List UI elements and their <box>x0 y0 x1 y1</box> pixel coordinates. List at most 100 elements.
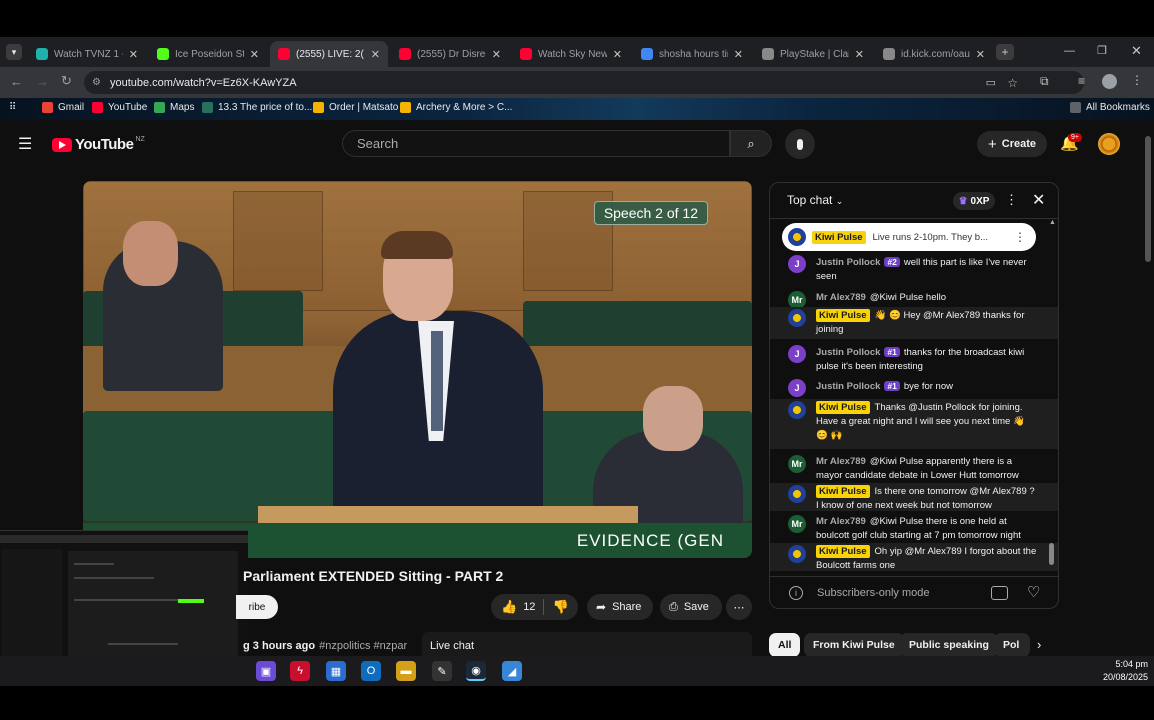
chat-message[interactable]: Kiwi Pulse Oh yip @Mr Alex789 I forgot ab… <box>770 543 1058 571</box>
apps-grid-icon[interactable]: ⠿ <box>9 102 16 113</box>
filter-chip[interactable]: Public speaking <box>900 633 998 657</box>
dislike-button[interactable]: 👎 <box>552 599 568 615</box>
filter-chip[interactable]: Pol <box>994 633 1030 657</box>
file-explorer-icon[interactable]: ▬ <box>396 661 416 681</box>
profile-avatar[interactable] <box>1102 74 1117 89</box>
chat-avatar[interactable] <box>788 545 806 563</box>
tab-close-icon[interactable]: ✕ <box>976 48 985 61</box>
chat-author[interactable]: Kiwi Pulse <box>816 485 870 498</box>
search-input[interactable]: Search <box>342 130 730 157</box>
voice-search-button[interactable] <box>785 129 815 159</box>
browser-tab[interactable]: Watch TVNZ 1 - F ✕ <box>28 41 146 67</box>
url-field[interactable]: ⚙ youtube.com/watch?v=Ez6X-KAwYZA ▭ ☆ <box>84 71 1084 94</box>
cast-icon[interactable]: ▭ <box>986 76 996 89</box>
chat-message[interactable]: Mr Mr Alex789 @Kiwi Pulse there is one hel… <box>770 513 1058 541</box>
all-bookmarks-button[interactable]: All Bookmarks <box>1070 102 1150 113</box>
browser-tab[interactable]: Ice Poseidon Strea ✕ <box>149 41 267 67</box>
chat-message[interactable]: Kiwi Pulse 👋 😊 Hey @Mr Alex789 thanks for… <box>770 307 1058 339</box>
browser-tab[interactable]: shosha hours tim ✕ <box>633 41 751 67</box>
browser-tab[interactable]: PlayStake | Claim ✕ <box>754 41 872 67</box>
hamburger-menu-icon[interactable]: ☰ <box>18 134 32 154</box>
search-button[interactable]: ⌕ <box>730 130 772 157</box>
chat-avatar[interactable]: Mr <box>788 515 806 533</box>
chat-author[interactable]: Kiwi Pulse <box>816 401 870 414</box>
page-scroll-thumb[interactable] <box>1145 136 1151 262</box>
browser-tab[interactable]: Watch Sky News ✕ <box>512 41 630 67</box>
browser-tab[interactable]: (2555) Dr Disres ✕ <box>391 41 509 67</box>
chat-options-icon[interactable]: ⋮ <box>1005 192 1018 208</box>
tab-close-icon[interactable]: ✕ <box>734 48 743 61</box>
bookmark-star-icon[interactable]: ☆ <box>1007 76 1018 90</box>
back-button[interactable]: ← <box>10 74 23 89</box>
video-hashtags[interactable]: #nzpolitics #nzpar <box>319 640 407 652</box>
maximize-button[interactable]: ❐ <box>1097 44 1107 57</box>
tab-close-icon[interactable]: ✕ <box>129 48 138 61</box>
browser-menu-icon[interactable]: ⋮ <box>1131 73 1143 87</box>
heart-icon[interactable]: ♡ <box>1027 583 1040 601</box>
app-icon-chart[interactable]: ◢ <box>502 661 522 681</box>
chat-message[interactable]: J Justin Pollock #1 bye for now <box>770 377 1058 397</box>
tab-close-icon[interactable]: ✕ <box>371 48 380 61</box>
chat-message[interactable]: Kiwi Pulse Thanks @Justin Pollock for joi… <box>770 399 1058 449</box>
tab-close-icon[interactable]: ✕ <box>492 48 501 61</box>
more-actions-button[interactable]: ⋯ <box>726 594 752 620</box>
chat-message[interactable]: Mr Mr Alex789 @Kiwi Pulse hello <box>770 289 1058 309</box>
app-icon-purple[interactable]: ▣ <box>256 661 276 681</box>
chat-author[interactable]: Mr Alex789 <box>816 292 866 303</box>
chat-message[interactable]: Kiwi Pulse Is there one tomorrow @Mr Alex… <box>770 483 1058 511</box>
chat-author[interactable]: Mr Alex789 <box>816 456 866 467</box>
app-icon-feather[interactable]: ✎ <box>432 661 452 681</box>
site-info-icon[interactable]: ⚙ <box>92 77 101 88</box>
tab-search-button[interactable]: ▾ <box>6 44 22 60</box>
pinned-message[interactable]: Kiwi Pulse Live runs 2-10pm. They b... ⋮ <box>782 223 1036 251</box>
youtube-logo[interactable]: YouTube NZ <box>52 136 145 153</box>
chat-message[interactable]: J Justin Pollock #2 well this part is like … <box>770 253 1058 287</box>
tab-close-icon[interactable]: ✕ <box>613 48 622 61</box>
subscribe-button[interactable]: ribe <box>236 595 278 619</box>
chat-avatar[interactable]: Mr <box>788 455 806 473</box>
info-icon[interactable]: i <box>789 586 803 600</box>
chat-scrollbar[interactable]: ▲ <box>1049 219 1056 571</box>
chat-avatar[interactable]: J <box>788 379 806 397</box>
chat-author[interactable]: Justin Pollock <box>816 347 880 358</box>
outlook-icon[interactable]: O <box>361 661 381 681</box>
browser-tab[interactable]: (2555) LIVE: 2(✕ <box>270 41 388 67</box>
close-window-button[interactable]: ✕ <box>1131 43 1142 59</box>
chips-next-icon[interactable]: › <box>1037 637 1041 652</box>
chat-avatar[interactable] <box>788 401 806 419</box>
new-tab-button[interactable]: + <box>996 44 1014 60</box>
create-button[interactable]: + Create <box>977 131 1047 157</box>
bookmark-item[interactable]: Maps <box>154 102 194 113</box>
chat-message[interactable]: J Justin Pollock #1 thanks for the broadcas… <box>770 343 1058 375</box>
minimize-button[interactable]: — <box>1064 45 1075 57</box>
system-clock[interactable]: 5:04 pm 20/08/2025 <box>1103 658 1148 684</box>
app-icon-bolt[interactable]: ϟ <box>290 661 310 681</box>
chat-author[interactable]: Justin Pollock <box>816 381 880 392</box>
video-player[interactable]: Speech 2 of 12 EVIDENCE (GEN <box>83 181 752 558</box>
store-icon[interactable]: ▦ <box>326 661 346 681</box>
bookmark-item[interactable]: YouTube <box>92 102 147 113</box>
browser-tab[interactable]: id.kick.com/oauth ✕ <box>875 41 993 67</box>
like-button[interactable]: 👍 12 <box>501 599 535 615</box>
chat-avatar[interactable]: J <box>788 255 806 273</box>
pinned-menu-icon[interactable]: ⋮ <box>1014 230 1026 244</box>
account-avatar[interactable] <box>1098 133 1120 155</box>
bookmark-item[interactable]: Order | Matsato <box>313 102 398 113</box>
bookmark-item[interactable]: Archery & More > C... <box>400 102 512 113</box>
chat-avatar[interactable]: J <box>788 345 806 363</box>
chat-avatar[interactable] <box>788 309 806 327</box>
reload-button[interactable]: ↻ <box>61 73 72 89</box>
chat-author[interactable]: Justin Pollock <box>816 257 880 268</box>
tab-close-icon[interactable]: ✕ <box>855 48 864 61</box>
save-button[interactable]: ⎙ Save <box>660 594 722 620</box>
chat-avatar[interactable] <box>788 485 806 503</box>
bookmark-item[interactable]: 13.3 The price of to... <box>202 102 312 113</box>
chat-author[interactable]: Kiwi Pulse <box>816 309 870 322</box>
xp-badge[interactable]: ♛ 0XP <box>953 192 995 210</box>
media-control-icon[interactable]: ≡ <box>1078 74 1085 88</box>
filter-chip[interactable]: From Kiwi Pulse <box>804 633 904 657</box>
chat-author[interactable]: Mr Alex789 <box>816 516 866 527</box>
chat-message[interactable]: Mr Mr Alex789 @Kiwi Pulse apparently there… <box>770 453 1058 481</box>
forward-button[interactable]: → <box>36 74 49 89</box>
chat-author[interactable]: Kiwi Pulse <box>816 545 870 558</box>
